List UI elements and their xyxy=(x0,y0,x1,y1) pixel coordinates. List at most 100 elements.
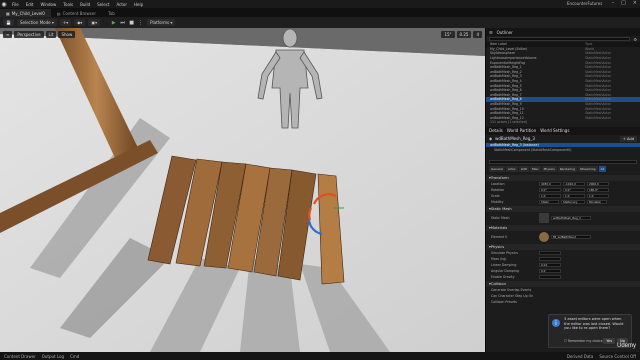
minimize-icon[interactable]: – xyxy=(612,0,615,6)
menu-build[interactable]: Build xyxy=(80,2,90,7)
physics-prop-value[interactable] xyxy=(539,256,561,261)
show-button[interactable]: Show xyxy=(58,31,76,38)
more-icon[interactable]: ⋮ xyxy=(137,19,144,26)
maximize-icon[interactable]: □ xyxy=(621,0,626,6)
menu-select[interactable]: Select xyxy=(97,2,109,7)
derived-data-button[interactable]: Derived Data xyxy=(567,354,594,359)
filter-icon[interactable]: ⚙ xyxy=(633,37,637,42)
scale-snap-button[interactable]: 0.25 xyxy=(456,31,472,38)
platforms-button[interactable]: Platforms ▾ xyxy=(147,19,176,26)
actor-name-field[interactable]: wdBathMesh_Reg_3 xyxy=(495,136,617,141)
rotation-snap-button[interactable]: 15° xyxy=(441,31,455,38)
level-icon: ▦ xyxy=(6,10,10,16)
mobility-label: Mobility xyxy=(491,199,504,204)
details-filter-all[interactable]: All xyxy=(598,165,607,172)
menu-actor[interactable]: Actor xyxy=(116,2,127,7)
physics-prop-value[interactable]: 0.01 xyxy=(539,262,561,267)
column-item-label[interactable]: Item Label xyxy=(490,42,585,46)
collision-prop-label: Can Character Step Up On xyxy=(491,293,534,298)
add-component-button[interactable]: + Add xyxy=(619,135,637,142)
mobility-movable[interactable]: Movable xyxy=(587,199,607,204)
main-toolbar: 💾 Selection Mode ▾ +▾ ◆▾ ▣▾ ▶ ⏭ ■ ⋮ Plat… xyxy=(0,17,640,28)
play-icon[interactable]: ▶ xyxy=(110,19,117,26)
mobility-static[interactable]: Static xyxy=(539,199,559,204)
material-field[interactable]: MI_wdBathWood xyxy=(551,234,591,239)
collision-prop-label: Collision Presets xyxy=(491,299,517,304)
details-filter-row: General Actor LOD Misc Physics Rendering Strea… xyxy=(486,164,640,174)
outliner-row-name: wdBathMesh_Reg_1 xyxy=(490,65,522,70)
world-settings-tab[interactable]: World Settings xyxy=(540,128,569,133)
menu-window[interactable]: Window xyxy=(40,2,56,7)
transform-value-field[interactable]: 0.0° xyxy=(539,187,561,192)
save-button[interactable]: 💾 xyxy=(3,19,14,26)
transform-value-field[interactable]: 4030.0 xyxy=(539,181,561,186)
selection-mode-button[interactable]: Selection Mode ▾ xyxy=(16,19,57,26)
lit-button[interactable]: Lit xyxy=(45,31,57,38)
transform-value-field[interactable]: 1.0 xyxy=(563,193,585,198)
mobility-stationary[interactable]: Stationary xyxy=(561,199,585,204)
transform-value-field[interactable]: 180.0° xyxy=(587,187,609,192)
selection-mode-label: Selection Mode xyxy=(19,20,51,25)
unreal-logo-icon[interactable]: ◉ xyxy=(0,0,8,8)
world-partition-tab[interactable]: World Partition xyxy=(507,128,536,133)
transform-label: Scale xyxy=(491,193,500,198)
element-label: Element 0 xyxy=(491,234,508,239)
details-filter-general[interactable]: General xyxy=(489,165,505,172)
content-drawer-button[interactable]: Content Drawer xyxy=(4,354,36,359)
menu-tools[interactable]: Tools xyxy=(63,2,73,7)
details-filter-lod[interactable]: LOD xyxy=(518,165,529,172)
right-panel: ☰ Outliner ⚙ Item Label Type My_Child_Le… xyxy=(485,28,640,352)
static-mesh-field[interactable]: wdBathMesh_Reg_3 xyxy=(551,215,591,220)
column-type[interactable]: Type xyxy=(585,42,592,46)
sequence-button[interactable]: ▣▾ xyxy=(88,19,101,26)
physics-prop-value[interactable] xyxy=(539,274,561,279)
menu-edit[interactable]: Edit xyxy=(26,2,34,7)
blueprint-button[interactable]: ◆▾ xyxy=(74,19,86,26)
details-filter-misc[interactable]: Misc xyxy=(529,165,541,172)
remember-choice-checkbox[interactable]: ☐ Remember my choice xyxy=(564,339,603,343)
actor-icon: ◆ xyxy=(489,136,493,142)
details-filter-rendering[interactable]: Rendering xyxy=(557,165,578,172)
main-menu: File Edit Window Tools Build Select Acto… xyxy=(12,2,143,7)
menu-help[interactable]: Help xyxy=(134,2,143,7)
physics-prop-value[interactable]: 0.0 xyxy=(539,268,561,273)
output-log-button[interactable]: Output Log xyxy=(42,354,64,359)
details-filter-physics[interactable]: Physics xyxy=(541,165,557,172)
details-filter-streaming[interactable]: Streaming xyxy=(578,165,598,172)
section-materials-label: Materials xyxy=(490,225,508,230)
cmd-input[interactable]: Cmd xyxy=(70,354,79,359)
perspective-button[interactable]: Perspective xyxy=(14,31,44,38)
source-control-button[interactable]: Source Control Off xyxy=(599,354,636,359)
close-icon[interactable]: × xyxy=(633,0,637,6)
physics-prop-value[interactable] xyxy=(539,250,561,255)
transform-value-field[interactable]: -1010.0 xyxy=(563,181,585,186)
tab-level[interactable]: ▦ My_Child_Level0 xyxy=(0,9,51,17)
viewport-scene xyxy=(0,28,485,352)
section-physics-label: Physics xyxy=(490,244,505,249)
menu-file[interactable]: File xyxy=(12,2,19,7)
stop-icon[interactable]: ■ xyxy=(128,19,135,26)
outliner-search-input[interactable] xyxy=(489,37,631,41)
outliner-row-name: wdBathMesh_Reg_12 xyxy=(490,115,524,120)
transform-value-field[interactable]: 1.0 xyxy=(539,193,561,198)
transform-value-field[interactable]: 2000.0 xyxy=(587,181,609,186)
transform-value-field[interactable]: 0.0° xyxy=(563,187,585,192)
add-content-button[interactable]: +▾ xyxy=(59,19,72,26)
physics-prop-row: Enable Gravity xyxy=(486,274,640,280)
outliner-title: Outliner xyxy=(496,29,513,35)
details-tab[interactable]: Details xyxy=(489,128,503,133)
platforms-label: Platforms xyxy=(150,20,170,25)
status-bar: Content Drawer Output Log Cmd Derived Da… xyxy=(0,352,640,360)
outliner-row-type: StaticMeshActor xyxy=(585,69,611,74)
yes-button[interactable]: Yes xyxy=(603,338,616,344)
camera-speed-button[interactable]: 4 xyxy=(473,31,482,38)
level-viewport[interactable]: ≡ Perspective Lit Show 15° 0.25 4 xyxy=(0,28,485,352)
transform-value-field[interactable]: 1.0 xyxy=(587,193,609,198)
tab-extra[interactable]: Tab xyxy=(102,9,121,17)
step-icon[interactable]: ⏭ xyxy=(119,19,126,26)
outliner-row-type: StaticMeshActor xyxy=(585,56,611,61)
details-filter-actor[interactable]: Actor xyxy=(505,165,518,172)
tab-content-browser[interactable]: ▤ Content Browser xyxy=(51,9,102,17)
viewport-menu-button[interactable]: ≡ xyxy=(3,31,13,38)
mesh-thumbnail xyxy=(539,212,549,223)
